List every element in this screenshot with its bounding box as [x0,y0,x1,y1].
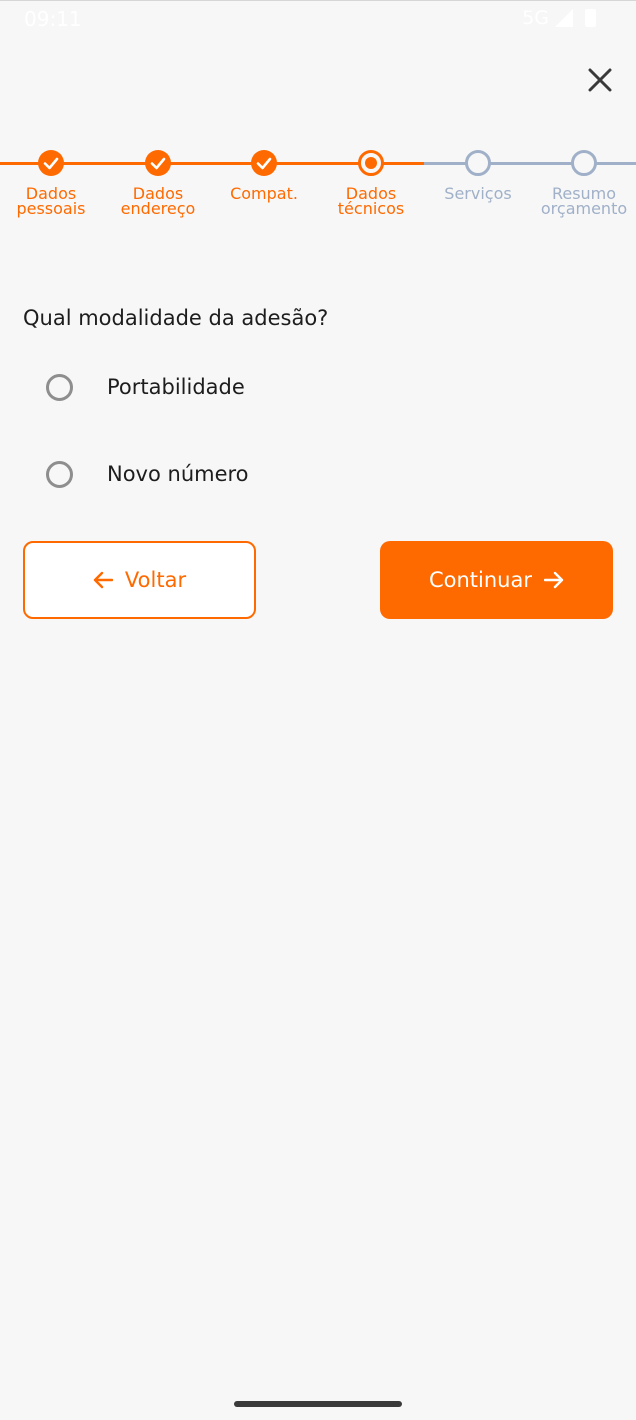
step-done-icon [145,150,171,176]
step-dados-pessoais: Dados pessoais [0,150,111,218]
step-done-icon [251,150,277,176]
step-compat: Compat. [204,150,324,203]
option-novo-numero[interactable]: Novo número [46,454,249,494]
close-button[interactable] [580,60,620,100]
step-label: Dados pessoais [16,184,86,218]
status-time: 09:11 [24,7,82,31]
step-resumo-orcamento: Resumo orçamento [524,150,636,218]
arrow-left-icon [93,571,113,589]
step-label: Dados técnicos [337,184,405,218]
step-label: Dados endereço [120,184,196,218]
step-dados-endereco: Dados endereço [98,150,218,218]
network-type: 5G [522,7,549,29]
arrow-right-icon [544,571,564,589]
step-dados-tecnicos: Dados técnicos [311,150,431,218]
option-portabilidade[interactable]: Portabilidade [46,367,245,407]
option-label: Novo número [107,462,249,486]
radio-button[interactable] [46,460,73,488]
step-servicos: Serviços [418,150,538,203]
step-done-icon [38,150,64,176]
back-button[interactable]: Voltar [23,541,256,619]
option-label: Portabilidade [107,375,245,399]
continue-button-label: Continuar [428,568,532,592]
signal-icon [555,9,573,27]
back-button-label: Voltar [124,568,187,592]
step-pending-icon [465,150,491,176]
question-label: Qual modalidade da adesão? [23,306,329,330]
radio-button[interactable] [46,373,73,401]
step-label: Resumo orçamento [540,184,628,218]
battery-icon [585,9,596,27]
status-bar: 09:11 5G [0,0,636,37]
step-pending-icon [571,150,597,176]
step-label: Compat. [230,184,298,203]
step-label: Serviços [444,184,512,203]
close-icon [588,68,612,92]
progress-stepper: Dados pessoais Dados endereço Compat. Da… [0,140,636,250]
home-indicator[interactable] [234,1401,402,1407]
status-indicators: 5G [522,7,596,29]
step-current-icon [358,150,384,176]
continue-button[interactable]: Continuar [380,541,613,619]
